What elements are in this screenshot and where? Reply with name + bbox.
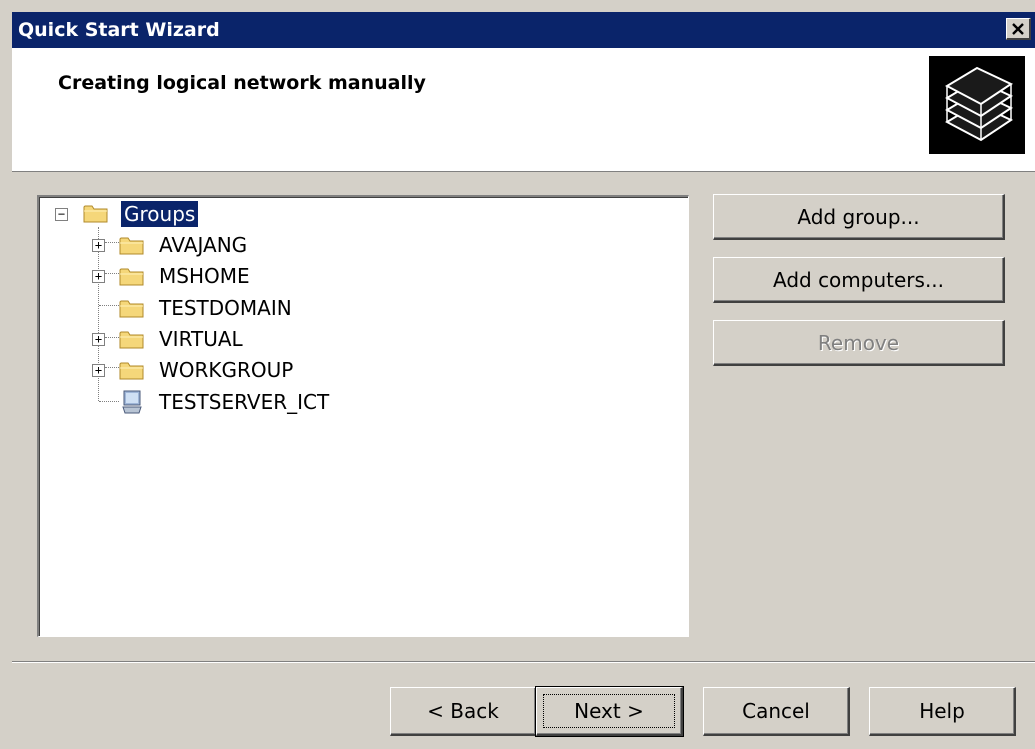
tree-node-testserver-ict[interactable]: TESTSERVER_ICT	[92, 387, 332, 417]
expand-icon[interactable]: +	[92, 333, 105, 346]
server-stack-icon	[929, 56, 1025, 154]
next-button[interactable]: Next >	[535, 686, 684, 737]
remove-button[interactable]: Remove	[713, 320, 1005, 366]
page-heading: Creating logical network manually	[58, 72, 426, 94]
wizard-header: Creating logical network manually	[12, 48, 1035, 172]
folder-icon	[83, 205, 108, 223]
tree-node-mshome[interactable]: + MSHOME	[92, 261, 253, 291]
back-button[interactable]: < Back	[390, 687, 537, 736]
footer-divider-highlight	[12, 662, 1035, 663]
add-computers-button[interactable]: Add computers...	[713, 257, 1005, 303]
expand-icon[interactable]: +	[92, 270, 105, 283]
folder-icon	[119, 362, 144, 380]
tree-node-groups[interactable]: − Groups	[55, 199, 199, 229]
computer-icon	[122, 390, 142, 414]
title-bar[interactable]: Quick Start Wizard	[12, 12, 1035, 48]
add-group-label: Add group...	[797, 204, 920, 229]
folder-icon	[119, 331, 144, 349]
focus-indicator	[543, 694, 675, 728]
remove-label: Remove	[817, 330, 900, 355]
help-button[interactable]: Help	[869, 687, 1016, 736]
tree-node-label: TESTDOMAIN	[159, 296, 292, 320]
add-group-button[interactable]: Add group...	[713, 194, 1005, 240]
tree-node-label: Groups	[121, 201, 199, 227]
cancel-label: Cancel	[742, 699, 810, 723]
tree-node-label: AVAJANG	[159, 233, 248, 257]
tree-node-workgroup[interactable]: + WORKGROUP	[92, 355, 296, 385]
tree-node-testdomain[interactable]: TESTDOMAIN	[92, 293, 295, 323]
help-label: Help	[919, 699, 965, 723]
folder-icon	[119, 268, 144, 286]
network-tree[interactable]: − Groups + AVAJANG + MSHOME TESTDOMAIN +…	[37, 195, 689, 637]
tree-node-virtual[interactable]: + VIRTUAL	[92, 324, 246, 354]
expand-icon[interactable]: +	[92, 239, 105, 252]
add-computers-label: Add computers...	[772, 267, 945, 292]
folder-icon	[119, 237, 144, 255]
tree-node-label: VIRTUAL	[159, 327, 243, 351]
close-button[interactable]	[1006, 18, 1031, 40]
tree-node-avajang[interactable]: + AVAJANG	[92, 230, 250, 260]
tree-node-label: WORKGROUP	[159, 358, 294, 382]
cancel-button[interactable]: Cancel	[703, 687, 850, 736]
collapse-icon[interactable]: −	[55, 208, 68, 221]
tree-node-label: MSHOME	[159, 264, 250, 288]
expand-icon[interactable]: +	[92, 364, 105, 377]
window-title: Quick Start Wizard	[18, 19, 220, 41]
close-icon	[1012, 22, 1024, 35]
tree-node-label: TESTSERVER_ICT	[159, 390, 330, 414]
folder-icon	[119, 300, 144, 318]
back-label: < Back	[427, 699, 499, 723]
